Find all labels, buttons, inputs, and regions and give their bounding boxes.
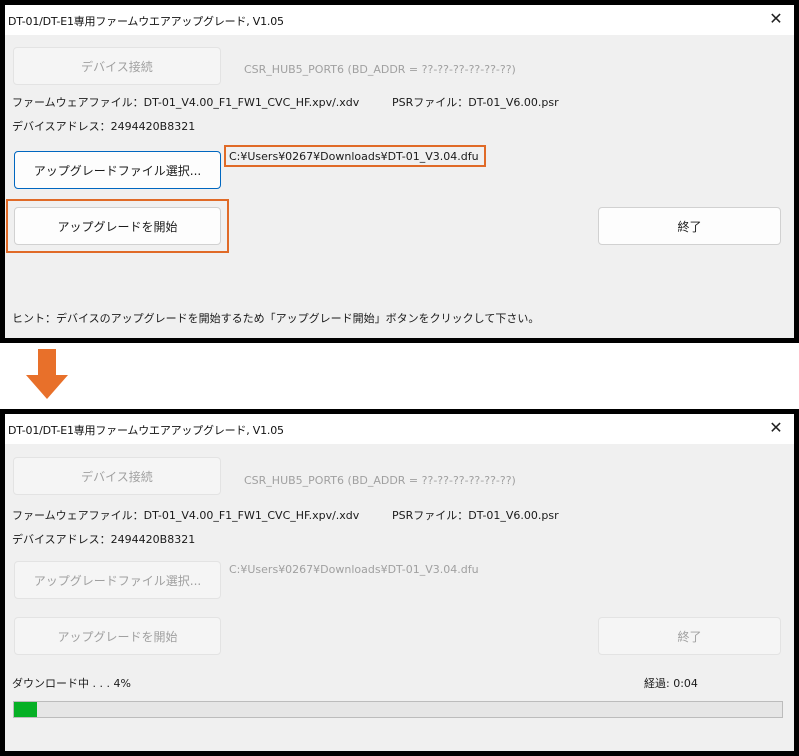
psr-file-label: PSRファイル：DT-01_V6.00.psr <box>392 509 559 522</box>
psr-file-label: PSRファイル：DT-01_V6.00.psr <box>392 96 559 109</box>
hub-info: CSR_HUB5_PORT6 (BD_ADDR = ??-??-??-??-??… <box>244 63 516 76</box>
arrow-down-icon <box>26 349 68 399</box>
close-icon[interactable]: ✕ <box>766 9 786 29</box>
exit-button[interactable]: 終了 <box>598 617 781 655</box>
close-icon[interactable]: ✕ <box>766 418 786 438</box>
exit-button[interactable]: 終了 <box>598 207 781 245</box>
hub-info: CSR_HUB5_PORT6 (BD_ADDR = ??-??-??-??-??… <box>244 474 516 487</box>
dialog-body: DT-01/DT-E1専用ファームウエアアップグレード, V1.05 ✕ デバイ… <box>5 414 794 751</box>
window-title: DT-01/DT-E1専用ファームウエアアップグレード, V1.05 <box>8 424 284 437</box>
dialog-body: DT-01/DT-E1専用ファームウエアアップグレード, V1.05 ✕ デバイ… <box>5 5 794 338</box>
window-title: DT-01/DT-E1専用ファームウエアアップグレード, V1.05 <box>8 15 284 28</box>
download-status: ダウンロード中 . . . 4% <box>12 677 131 690</box>
selected-file-path: C:¥Users¥0267¥Downloads¥DT-01_V3.04.dfu <box>229 150 479 163</box>
progress-fill <box>14 702 38 717</box>
title-bar: DT-01/DT-E1専用ファームウエアアップグレード, V1.05 ✕ <box>5 5 794 35</box>
dialog-window-before: DT-01/DT-E1専用ファームウエアアップグレード, V1.05 ✕ デバイ… <box>0 0 799 343</box>
firmware-file-label: ファームウェアファイル：DT-01_V4.00_F1_FW1_CVC_HF.xp… <box>12 96 360 109</box>
title-bar: DT-01/DT-E1専用ファームウエアアップグレード, V1.05 ✕ <box>5 414 794 444</box>
start-upgrade-button[interactable]: アップグレードを開始 <box>14 617 221 655</box>
select-upgrade-file-button[interactable]: アップグレードファイル選択... <box>14 561 221 599</box>
start-upgrade-button[interactable]: アップグレードを開始 <box>14 207 221 245</box>
hint-text: ヒント：デバイスのアップグレードを開始するため「アップグレード開始」ボタンをクリ… <box>12 312 540 325</box>
dialog-window-after: DT-01/DT-E1専用ファームウエアアップグレード, V1.05 ✕ デバイ… <box>0 409 799 756</box>
device-connect-button[interactable]: デバイス接続 <box>13 47 221 85</box>
download-progress-bar <box>13 701 783 718</box>
device-address-label: デバイスアドレス：2494420B8321 <box>12 533 196 546</box>
device-connect-button[interactable]: デバイス接続 <box>13 457 221 495</box>
select-upgrade-file-button[interactable]: アップグレードファイル選択... <box>14 151 221 189</box>
selected-file-path: C:¥Users¥0267¥Downloads¥DT-01_V3.04.dfu <box>229 563 479 576</box>
firmware-file-label: ファームウェアファイル：DT-01_V4.00_F1_FW1_CVC_HF.xp… <box>12 509 360 522</box>
device-address-label: デバイスアドレス：2494420B8321 <box>12 120 196 133</box>
elapsed-time: 経過: 0:04 <box>644 677 698 690</box>
